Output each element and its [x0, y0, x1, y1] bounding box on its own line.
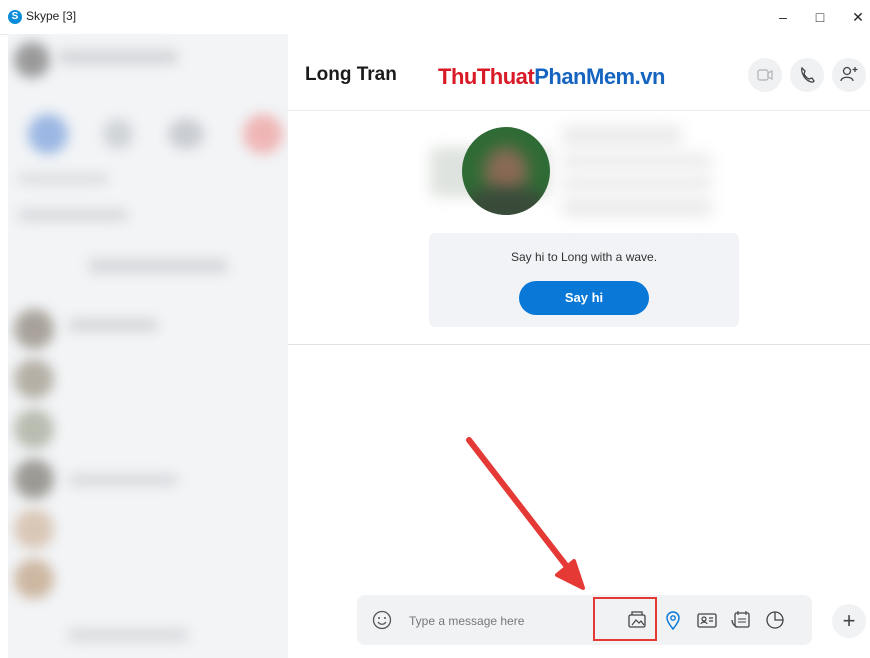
more-options-button[interactable]: +	[832, 604, 866, 638]
wave-card: Say hi to Long with a wave. Say hi	[429, 233, 739, 327]
chat-header: Long Tran ThuThuatPhanMem.vn	[288, 34, 870, 111]
add-person-icon	[840, 66, 858, 82]
video-call-button[interactable]	[748, 58, 782, 92]
emoji-icon[interactable]	[371, 609, 393, 631]
message-input[interactable]	[407, 608, 581, 634]
poll-icon[interactable]	[763, 608, 787, 632]
watermark-part-red: ThuThuat	[438, 64, 535, 89]
audio-call-button[interactable]	[790, 58, 824, 92]
minimize-button[interactable]: –	[770, 6, 796, 28]
contact-name: Long Tran	[305, 64, 397, 85]
watermark-part-blue: PhanMem.vn	[534, 64, 665, 89]
schedule-call-icon[interactable]	[729, 608, 753, 632]
say-hi-button[interactable]: Say hi	[519, 281, 649, 315]
location-icon[interactable]	[661, 608, 685, 632]
close-button[interactable]: ✕	[845, 6, 870, 28]
message-composer	[357, 595, 812, 645]
watermark: ThuThuatPhanMem.vn	[438, 64, 665, 90]
maximize-button[interactable]: □	[807, 6, 833, 28]
add-people-button[interactable]	[832, 58, 866, 92]
contact-avatar	[462, 127, 550, 215]
sidebar-blurred	[8, 34, 289, 658]
video-camera-icon	[757, 69, 773, 81]
divider	[288, 344, 870, 345]
phone-icon	[801, 66, 815, 83]
wave-prompt: Say hi to Long with a wave.	[510, 250, 658, 264]
window-title: Skype [3]	[26, 9, 77, 23]
contact-card-icon[interactable]	[695, 608, 719, 632]
skype-logo-icon: S	[8, 10, 22, 24]
title-bar: S Skype [3] – □ ✕	[0, 0, 870, 35]
chat-body: Say hi to Long with a wave. Say hi	[288, 111, 870, 658]
highlight-box	[593, 597, 657, 641]
